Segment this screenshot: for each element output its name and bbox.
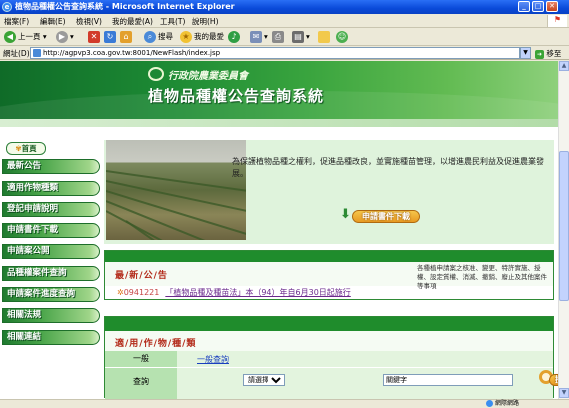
print-button[interactable]: ⎙ xyxy=(272,30,286,44)
news-item: ✲0941221 「植物品種及種苗法」本（94）年自6月30日起施行 xyxy=(117,287,351,298)
site-banner: 行政院農業委員會 植物品種權公告查詢系統 xyxy=(0,61,558,119)
sidebar-item-case-query[interactable]: 品種權案件查詢 xyxy=(2,266,100,281)
field-photo xyxy=(106,140,246,240)
system-title: 植物品種權公告查詢系統 xyxy=(148,87,325,105)
coa-logo-icon xyxy=(148,67,164,81)
menu-favorites[interactable]: 我的最愛(A) xyxy=(112,16,153,27)
news-link[interactable]: 「植物品種及種苗法」本（94）年自6月30日起施行 xyxy=(165,288,350,297)
mail-button[interactable]: ✉ ▾ xyxy=(250,30,268,44)
download-forms-label: 申請書件下載 xyxy=(352,210,420,223)
home-icon: ⌂ xyxy=(120,31,132,43)
close-button[interactable]: ✕ xyxy=(546,1,558,12)
sidebar-item-forms-download[interactable]: 申請書件下載 xyxy=(2,223,100,238)
sidebar-item-regulations[interactable]: 相關法規 xyxy=(2,308,100,323)
edit-button[interactable]: ▤ ▾ xyxy=(292,30,310,44)
agency-name: 行政院農業委員會 xyxy=(168,71,248,82)
menu-edit[interactable]: 編輯(E) xyxy=(40,16,66,27)
folder-button[interactable] xyxy=(318,30,332,44)
address-dropdown-button[interactable]: ▼ xyxy=(520,47,531,59)
vertical-scrollbar[interactable]: ▲ ▼ xyxy=(558,61,569,399)
mail-icon: ✉ xyxy=(250,31,262,43)
refresh-icon: ↻ xyxy=(104,31,116,43)
messenger-button[interactable]: ☺ xyxy=(336,30,350,44)
address-input[interactable]: http://agpvp3.coa.gov.tw:8001/NewFlash/i… xyxy=(30,47,520,59)
search-button[interactable]: ⌕ 搜尋 xyxy=(144,30,173,44)
download-forms-button[interactable]: ⬇ 申請書件下載 xyxy=(340,208,422,224)
sidebar-item-progress-query[interactable]: 申請案件進度查詢 xyxy=(2,287,100,302)
media-icon: ♪ xyxy=(228,31,240,43)
print-icon: ⎙ xyxy=(272,31,284,43)
ie-logo-icon: e xyxy=(2,2,12,12)
menu-tools[interactable]: 工具(T) xyxy=(160,16,185,27)
news-heading: 最/新/公/告 xyxy=(115,271,168,281)
menu-view[interactable]: 檢視(V) xyxy=(76,16,102,27)
sidebar-item-applicable-crops[interactable]: 適用作物種類 xyxy=(2,181,100,196)
address-bar: 網址(D) http://agpvp3.coa.gov.tw:8001/NewF… xyxy=(0,46,569,60)
go-label: 移至 xyxy=(546,49,562,58)
news-panel: 最/新/公/告 各種植申請案之核准、變更、特許實施、授權、設定質權、消滅、撤銷、… xyxy=(104,250,554,300)
windows-logo-icon: ⚑ xyxy=(547,15,567,27)
general-query-link[interactable]: 一般查詢 xyxy=(197,354,229,365)
forward-button[interactable]: ▶ ▾ xyxy=(56,30,74,44)
favorites-label: 我的最愛 xyxy=(194,32,224,41)
window-title: 植物品種權公告查詢系統 - Microsoft Internet Explore… xyxy=(15,2,235,11)
menu-bar: 檔案(F) 編輯(E) 檢視(V) 我的最愛(A) 工具(T) 說明(H) ⚑ xyxy=(0,14,569,28)
sidebar-item-registration-guide[interactable]: 登記申請說明 xyxy=(2,202,100,217)
page-icon xyxy=(33,49,41,57)
media-button[interactable]: ♪ xyxy=(228,30,242,44)
address-url: http://agpvp3.coa.gov.tw:8001/NewFlash/i… xyxy=(43,49,221,57)
scroll-thumb[interactable] xyxy=(559,151,569,301)
back-label: 上一頁 xyxy=(18,32,41,41)
address-label: 網址(D) xyxy=(3,49,30,58)
keyword-input[interactable]: 關鍵字 xyxy=(383,374,513,386)
forward-arrow-icon: ▶ xyxy=(56,31,68,43)
status-bar: 網際網路 xyxy=(0,399,569,408)
bullet-star-icon: ✲ xyxy=(117,288,124,297)
search-label: 搜尋 xyxy=(158,32,173,41)
general-label: 一般 xyxy=(105,351,177,367)
search-icon: ⌕ xyxy=(144,31,156,43)
internet-zone-icon xyxy=(486,400,493,407)
go-button[interactable]: ➜ 移至 xyxy=(535,48,561,59)
maximize-button[interactable]: □ xyxy=(532,1,544,12)
toolbar: ◀ 上一頁 ▾ ▶ ▾ ✕ ↻ ⌂ ⌕ 搜尋 ★ 我的最愛 ♪ ✉ ▾ ⎙ ▤ ▾ ☺ xyxy=(0,28,569,46)
star-icon: ★ xyxy=(180,31,192,43)
menu-help[interactable]: 說明(H) xyxy=(192,16,219,27)
minimize-button[interactable]: _ xyxy=(518,1,530,12)
crop-query-panel: 適/用/作/物/種/類 一般 一般查詢 查詢 請選擇 關鍵字 搜尋 xyxy=(104,316,569,399)
sidebar-item-public-applications[interactable]: 申請案公開 xyxy=(2,244,100,259)
refresh-button[interactable]: ↻ xyxy=(104,30,118,44)
zone-label: 網際網路 xyxy=(495,400,520,407)
query-label: 查詢 xyxy=(105,368,177,399)
news-date: 0941221 xyxy=(123,288,160,297)
banner-subband xyxy=(0,119,558,127)
sidebar-home-label: 首頁 xyxy=(21,144,37,153)
security-zone: 網際網路 xyxy=(486,400,519,408)
sidebar-home[interactable]: ✾首頁 xyxy=(6,142,46,155)
intro-text: 為保護植物品種之權利，促進品種改良，並實施種苗管理，以增進農民利益及促進農業發展… xyxy=(232,157,544,178)
back-arrow-icon: ◀ xyxy=(4,31,16,43)
edit-icon: ▤ xyxy=(292,31,304,43)
scroll-up-button[interactable]: ▲ xyxy=(559,61,569,71)
sidebar-item-latest-news[interactable]: 最新公告 xyxy=(2,159,100,174)
stop-icon: ✕ xyxy=(88,31,100,43)
messenger-icon: ☺ xyxy=(336,31,348,43)
favorites-button[interactable]: ★ 我的最愛 xyxy=(180,30,224,44)
crop-query-heading: 適/用/作/物/種/類 xyxy=(115,339,197,349)
window-title-bar[interactable]: e 植物品種權公告查詢系統 - Microsoft Internet Explo… xyxy=(0,0,569,14)
folder-icon xyxy=(318,31,330,43)
category-select[interactable]: 請選擇 xyxy=(243,374,285,386)
back-button[interactable]: ◀ 上一頁 ▾ xyxy=(4,30,47,44)
home-button[interactable]: ⌂ xyxy=(120,30,134,44)
menu-file[interactable]: 檔案(F) xyxy=(4,16,29,27)
sidebar-item-links[interactable]: 相關連結 xyxy=(2,330,100,345)
go-arrow-icon: ➜ xyxy=(535,49,544,59)
scroll-down-button[interactable]: ▼ xyxy=(559,388,569,398)
stop-button[interactable]: ✕ xyxy=(88,30,102,44)
news-description: 各種植申請案之核准、變更、特許實施、授權、設定質權、消滅、撤銷、廢止及其他案件等… xyxy=(417,264,547,290)
